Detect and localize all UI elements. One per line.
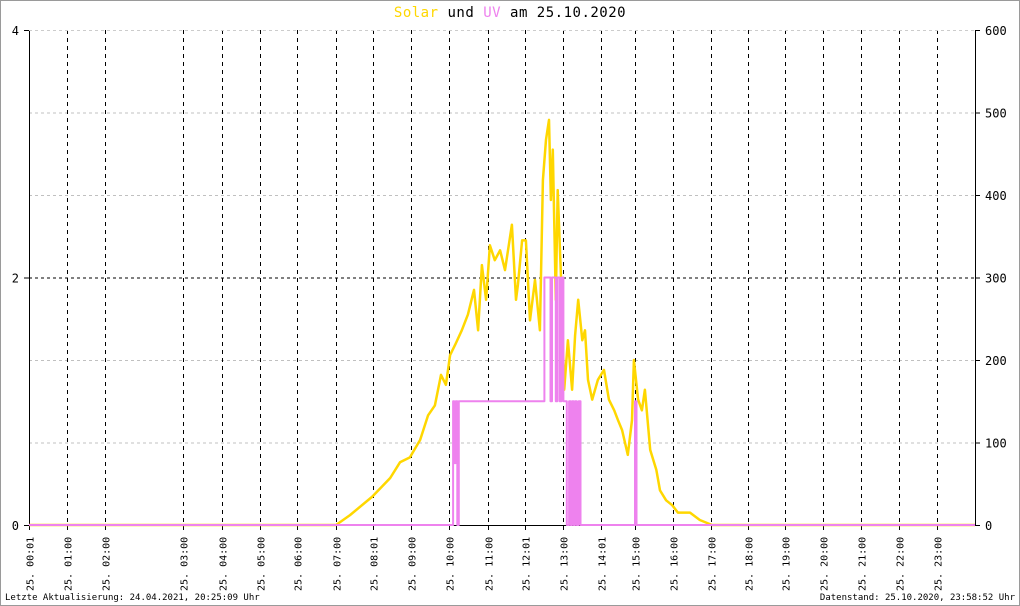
chart-canvas: Solar und UV am 25.10.2020 25. 00:01 25. … [0,0,1020,606]
x-tick-label: 25. 08:01 [370,537,381,591]
x-tick-label: 25. 14:01 [598,537,609,591]
solar-series-line [29,118,975,527]
x-tick-label: 25. 00:01 [26,537,37,591]
y-left-tick-label: 0 [12,519,19,533]
x-tick-label: 25. 23:00 [934,537,945,591]
plot-svg: 25. 00:01 25. 01:00 25. 02:00 25. 03:00 25. … [12,24,1007,591]
x-tick-label: 25. 21:00 [858,537,869,591]
x-tick-label: 25. 22:00 [896,537,907,591]
x-tick-label: 25. 16:00 [670,537,681,591]
x-tick-label: 25. 18:00 [745,537,756,591]
x-tick-label: 25. 15:00 [632,537,643,591]
y-left-tick-label: 2 [12,272,19,286]
y-right-tick-label: 0 [985,519,992,533]
x-tick-label: 25. 06:00 [294,537,305,591]
footer-data-status: Datenstand: 25.10.2020, 23:58:52 Uhr [819,593,1015,603]
y-right-tick-label: 100 [985,437,1007,451]
x-tick-label: 25. 12:01 [522,537,533,591]
y-right-tick-label: 500 [985,107,1007,121]
x-tick-label: 25. 11:00 [485,537,496,591]
x-tick-label: 25. 02:00 [102,537,113,591]
y-right-tick-label: 300 [985,272,1007,286]
y-right-tick-label: 600 [985,24,1007,38]
x-tick-label: 25. 01:00 [64,537,75,591]
x-tick-label: 25. 13:00 [560,537,571,591]
x-tick-label: 25. 19:00 [782,537,793,591]
uv-series-line [29,276,975,526]
y-right-tick-label: 400 [985,189,1007,203]
x-tick-label: 25. 05:00 [257,537,268,591]
x-tick-label: 25. 10:00 [446,537,457,591]
x-tick-label: 25. 04:00 [219,537,230,591]
x-tick-label: 25. 09:00 [408,537,419,591]
y-left-tick-label: 4 [12,24,19,38]
x-tick-label: 25. 07:00 [333,537,344,591]
footer-last-update: Letzte Aktualisierung: 24.04.2021, 20:25… [5,593,260,603]
x-tick-label: 25. 17:00 [708,537,719,591]
y-right-tick-label: 200 [985,354,1007,368]
x-tick-label: 25. 03:00 [180,537,191,591]
x-tick-label: 25. 20:00 [820,537,831,591]
